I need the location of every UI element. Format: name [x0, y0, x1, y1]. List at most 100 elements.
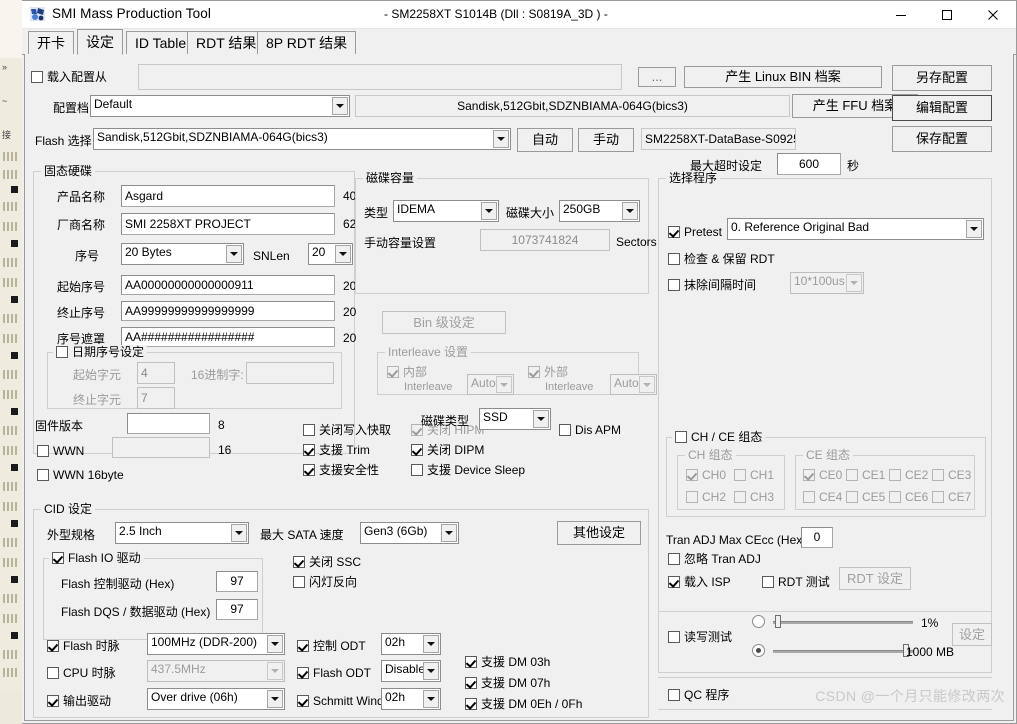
wwn-input[interactable] [112, 437, 210, 458]
start-serial-input[interactable]: AA00000000000000911 [121, 275, 335, 295]
tab-8p-rdt-result[interactable]: 8P RDT 结果 [257, 31, 357, 54]
load-isp-checkbox[interactable]: 载入 ISP [668, 575, 731, 589]
flash-select-combo[interactable]: Sandisk,512Gbit,SDZNBIAMA-064G(bics3) [93, 128, 511, 150]
external-interleave-checkbox[interactable]: 外部 [528, 365, 568, 379]
slider-thumb[interactable] [775, 615, 781, 628]
pretest-combo[interactable]: 0. Reference Original Bad [727, 218, 984, 240]
erase-interval-checkbox[interactable]: 抹除间隔时间 [668, 278, 756, 292]
support-dm-0eh-checkbox[interactable]: 支援 DM 0Eh / 0Fh [465, 697, 582, 711]
rw-test-checkbox[interactable]: 读写测试 [668, 630, 732, 644]
external-interleave-combo[interactable]: Auto [610, 374, 657, 395]
flash-clock-combo[interactable]: 100MHz (DDR-200) [147, 633, 285, 655]
minimize-button[interactable] [878, 1, 924, 28]
ch1-checkbox[interactable]: CH1 [734, 468, 774, 482]
chce-checkbox[interactable]: CH / CE 组态 [675, 430, 762, 444]
close-ssc-checkbox[interactable]: 关闭 SSC [293, 555, 361, 569]
ce3-checkbox[interactable]: CE3 [932, 468, 971, 482]
max-timeout-input[interactable]: 600 [777, 153, 841, 175]
flash-odt-checkbox[interactable]: Flash ODT [297, 666, 371, 680]
capacity-type-combo[interactable]: IDEMA [393, 200, 499, 222]
internal-interleave-combo[interactable]: Auto [467, 374, 514, 395]
ce6-checkbox[interactable]: CE6 [889, 490, 928, 504]
firmware-version-input[interactable] [127, 413, 210, 434]
schmitt-window-combo[interactable]: 02h [381, 688, 441, 710]
hex-char-input[interactable] [246, 362, 334, 384]
internal-interleave-checkbox[interactable]: 内部 [387, 365, 427, 379]
product-name-input[interactable]: Asgard [121, 185, 335, 207]
auto-button[interactable]: 自动 [517, 128, 573, 152]
start-char-input[interactable]: 4 [137, 362, 175, 384]
generate-linux-bin-button[interactable]: 产生 Linux BIN 档案 [684, 66, 882, 88]
support-device-sleep-checkbox[interactable]: 支援 Device Sleep [411, 463, 525, 477]
support-security-checkbox[interactable]: 支援安全性 [303, 463, 379, 477]
flash-clock-checkbox[interactable]: Flash 时脉 [47, 639, 120, 653]
rw-mb-slider[interactable] [773, 644, 913, 657]
tab-settings[interactable]: 设定 [77, 29, 123, 55]
ch0-checkbox[interactable]: CH0 [686, 468, 726, 482]
close-button[interactable] [970, 1, 1016, 28]
serial-mask-input[interactable]: AA################# [121, 327, 335, 347]
dis-apm-checkbox[interactable]: Dis APM [559, 423, 621, 437]
check-keep-rdt-checkbox[interactable]: 检查 & 保留 RDT [668, 252, 775, 266]
control-odt-checkbox[interactable]: 控制 ODT [297, 639, 366, 653]
disable-write-cache-checkbox[interactable]: 关闭写入快取 [303, 423, 391, 437]
erase-interval-combo[interactable]: 10*100us [790, 272, 864, 294]
other-settings-button[interactable]: 其他设定 [557, 521, 641, 545]
ce4-checkbox[interactable]: CE4 [803, 490, 842, 504]
support-trim-checkbox[interactable]: 支援 Trim [303, 443, 370, 457]
support-dm-07h-checkbox[interactable]: 支援 DM 07h [465, 676, 550, 690]
flash-io-driver-checkbox[interactable]: Flash IO 驱动 [52, 551, 141, 565]
ignore-tran-adj-checkbox[interactable]: 忽略 Tran ADJ [668, 552, 761, 566]
pretest-checkbox[interactable]: Pretest [668, 225, 722, 239]
output-driver-combo[interactable]: Over drive (06h) [147, 688, 285, 710]
wwn-checkbox[interactable]: WWN [37, 444, 84, 458]
snlen-combo[interactable]: 20 [308, 243, 353, 265]
tran-adj-input[interactable]: 0 [801, 527, 833, 548]
rw-percent-slider[interactable] [773, 615, 913, 628]
date-serial-checkbox[interactable]: 日期序号设定 [56, 345, 144, 359]
disable-dipm-checkbox[interactable]: 关闭 DIPM [411, 443, 484, 457]
edit-config-button[interactable]: 编辑配置 [892, 95, 992, 121]
serial-bytes-combo[interactable]: 20 Bytes [121, 243, 244, 265]
led-reverse-checkbox[interactable]: 闪灯反向 [293, 575, 357, 589]
save-as-config-button[interactable]: 另存配置 [892, 65, 992, 91]
manual-button[interactable]: 手动 [578, 128, 634, 152]
end-serial-input[interactable]: AA99999999999999999 [121, 301, 335, 321]
flash-dqs-driver-input[interactable]: 97 [216, 599, 258, 620]
ce7-checkbox[interactable]: CE7 [932, 490, 971, 504]
background-window[interactable]: » ~ 接 [0, 0, 23, 724]
maximize-button[interactable] [924, 1, 970, 28]
flash-odt-combo[interactable]: Disable [381, 660, 441, 682]
ce0-checkbox[interactable]: CE0 [803, 468, 842, 482]
rdt-settings-button[interactable]: RDT 设定 [839, 567, 911, 590]
disk-type-combo[interactable]: SSD [479, 408, 551, 430]
control-odt-combo[interactable]: 02h [381, 633, 441, 655]
max-sata-speed-combo[interactable]: Gen3 (6Gb) [360, 522, 459, 544]
load-config-from-input[interactable] [138, 64, 622, 90]
rw-percent-radio[interactable] [752, 615, 765, 628]
save-config-button[interactable]: 保存配置 [892, 126, 992, 152]
load-config-from-checkbox[interactable]: 载入配置从 [31, 70, 107, 84]
bin-level-settings-button[interactable]: Bin 级设定 [382, 311, 506, 334]
ce2-checkbox[interactable]: CE2 [889, 468, 928, 482]
ce5-checkbox[interactable]: CE5 [846, 490, 885, 504]
rw-mb-radio[interactable] [752, 644, 765, 657]
vendor-name-input[interactable]: SMI 2258XT PROJECT [121, 213, 335, 235]
manual-capacity-input[interactable]: 1073741824 [480, 229, 610, 251]
support-dm-03h-checkbox[interactable]: 支援 DM 03h [465, 655, 550, 669]
ch3-checkbox[interactable]: CH3 [734, 490, 774, 504]
rdt-test-checkbox[interactable]: RDT 测试 [762, 575, 830, 589]
config-file-combo[interactable]: Default [90, 95, 350, 117]
output-driver-checkbox[interactable]: 输出驱动 [47, 694, 111, 708]
rw-set-button[interactable]: 设定 [952, 623, 992, 646]
tab-rdt-result[interactable]: RDT 结果 [187, 31, 266, 54]
cpu-clock-combo[interactable]: 437.5MHz [147, 660, 285, 682]
end-char-input[interactable]: 7 [137, 387, 175, 409]
tab-id-table[interactable]: ID Table [126, 31, 196, 54]
disk-size-combo[interactable]: 250GB [559, 200, 640, 222]
flash-control-driver-input[interactable]: 97 [216, 571, 258, 592]
qc-program-checkbox[interactable]: QC 程序 [668, 688, 729, 702]
browse-button[interactable]: ... [638, 67, 676, 87]
cpu-clock-checkbox[interactable]: CPU 时脉 [47, 666, 116, 680]
ce1-checkbox[interactable]: CE1 [846, 468, 885, 482]
